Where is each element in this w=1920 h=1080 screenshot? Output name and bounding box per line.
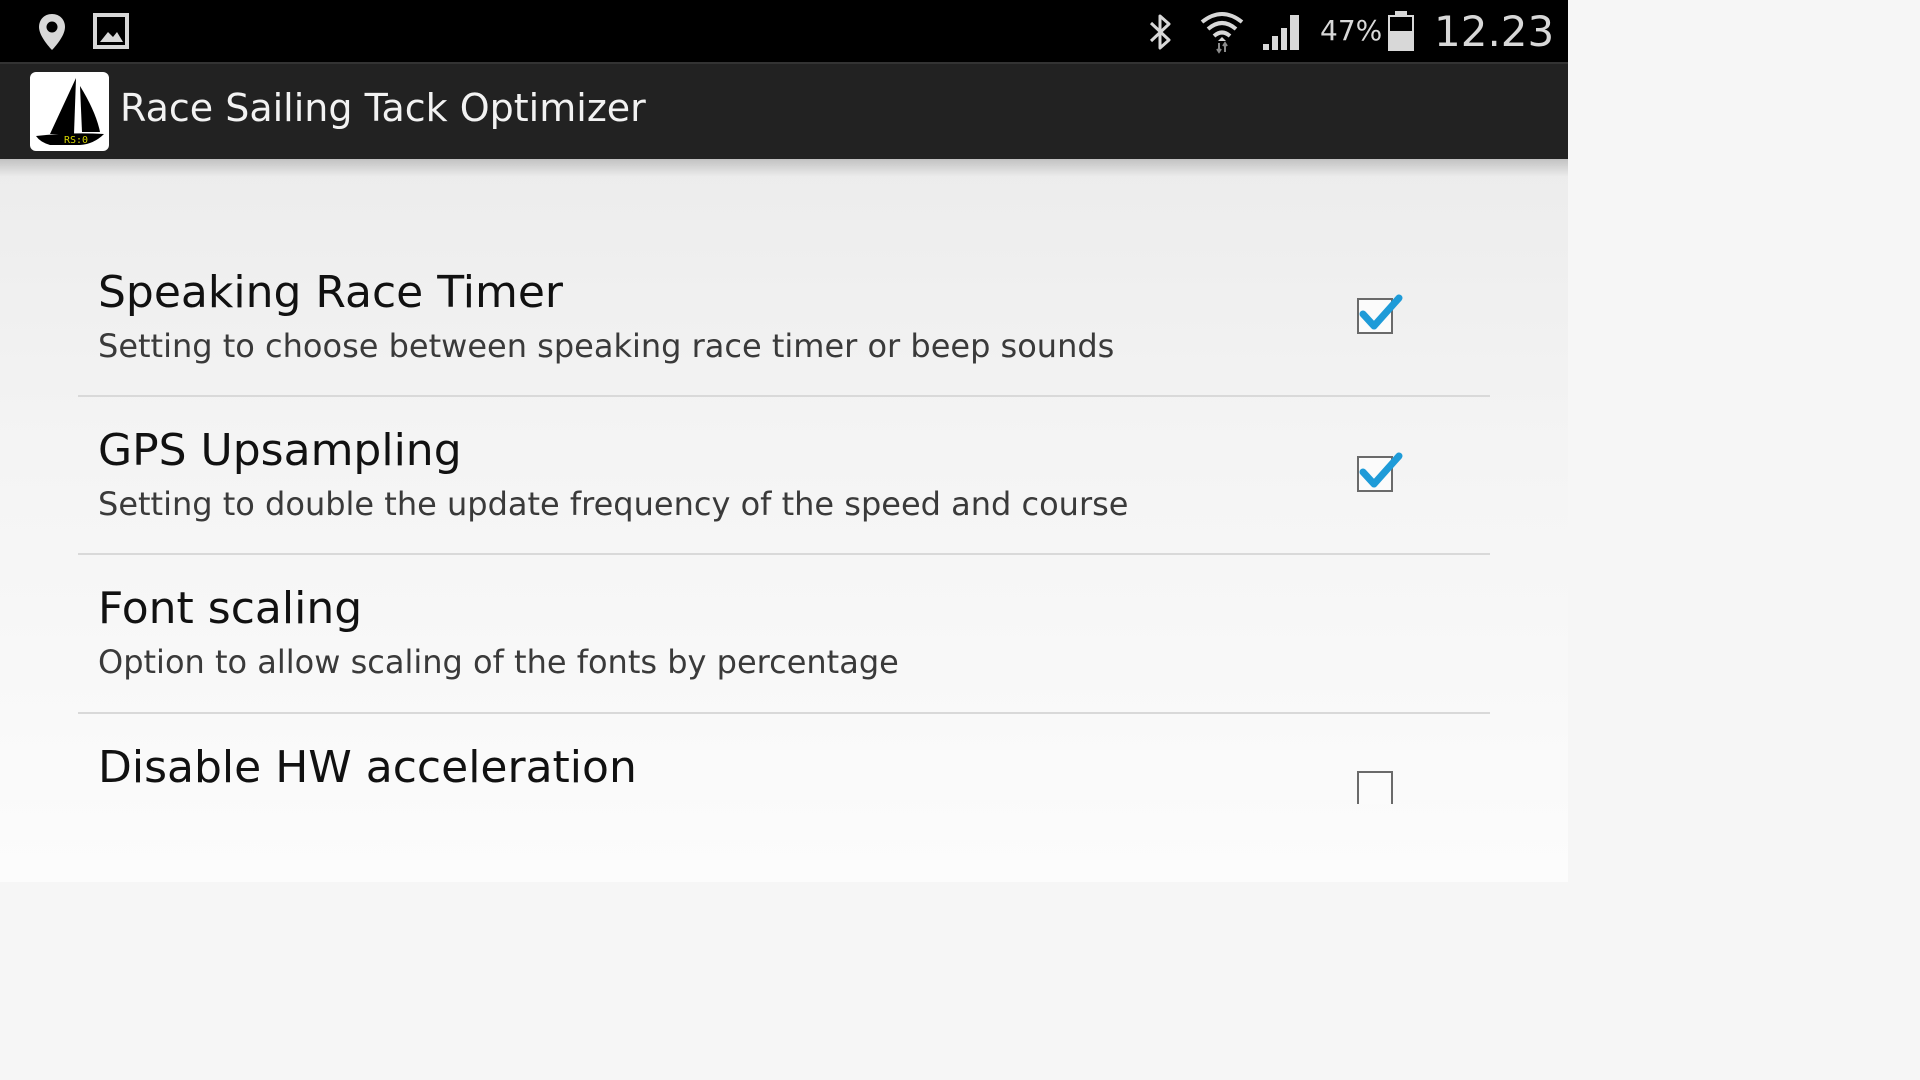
checkmark-icon	[1359, 452, 1403, 488]
clock: 12.23	[1434, 7, 1555, 56]
action-bar: RS:0 Race Sailing Tack Optimizer	[0, 62, 1568, 159]
preferences-list: Speaking Race Timer Setting to choose be…	[0, 159, 1568, 882]
disable-hw-acceleration-checkbox[interactable]	[1357, 771, 1393, 804]
signal-icon	[1263, 15, 1299, 50]
pref-title: Disable HW acceleration	[98, 742, 637, 793]
app-icon-text: RS:0	[64, 135, 88, 146]
pref-speaking-race-timer[interactable]: Speaking Race Timer Setting to choose be…	[78, 239, 1490, 395]
app-title: Race Sailing Tack Optimizer	[120, 86, 646, 130]
gallery-icon	[93, 13, 129, 49]
pref-title: Font scaling	[98, 583, 363, 634]
pref-summary: Setting to double the update frequency o…	[98, 485, 1129, 523]
pref-title: Speaking Race Timer	[98, 267, 563, 318]
gps-upsampling-checkbox[interactable]	[1357, 452, 1403, 492]
pref-gps-upsampling[interactable]: GPS Upsampling Setting to double the upd…	[78, 397, 1490, 553]
wifi-icon	[1200, 12, 1244, 54]
checkmark-icon	[1359, 294, 1403, 330]
action-bar-shadow	[0, 159, 1568, 177]
pref-font-scaling[interactable]: Font scaling Option to allow scaling of …	[78, 555, 1490, 712]
speaking-race-timer-checkbox[interactable]	[1357, 294, 1403, 334]
sailboat-app-icon[interactable]: RS:0	[30, 72, 109, 151]
pref-summary: Setting to choose between speaking race …	[98, 327, 1115, 365]
battery-icon	[1388, 11, 1414, 51]
pref-disable-hw-acceleration[interactable]: Disable HW acceleration	[78, 714, 1490, 882]
pref-title: GPS Upsampling	[98, 425, 462, 476]
status-bar: 47% 12.23	[0, 0, 1568, 62]
bluetooth-icon	[1149, 14, 1171, 50]
location-icon	[39, 14, 65, 50]
battery-percent: 47%	[1320, 14, 1383, 47]
pref-summary: Option to allow scaling of the fonts by …	[98, 643, 899, 681]
